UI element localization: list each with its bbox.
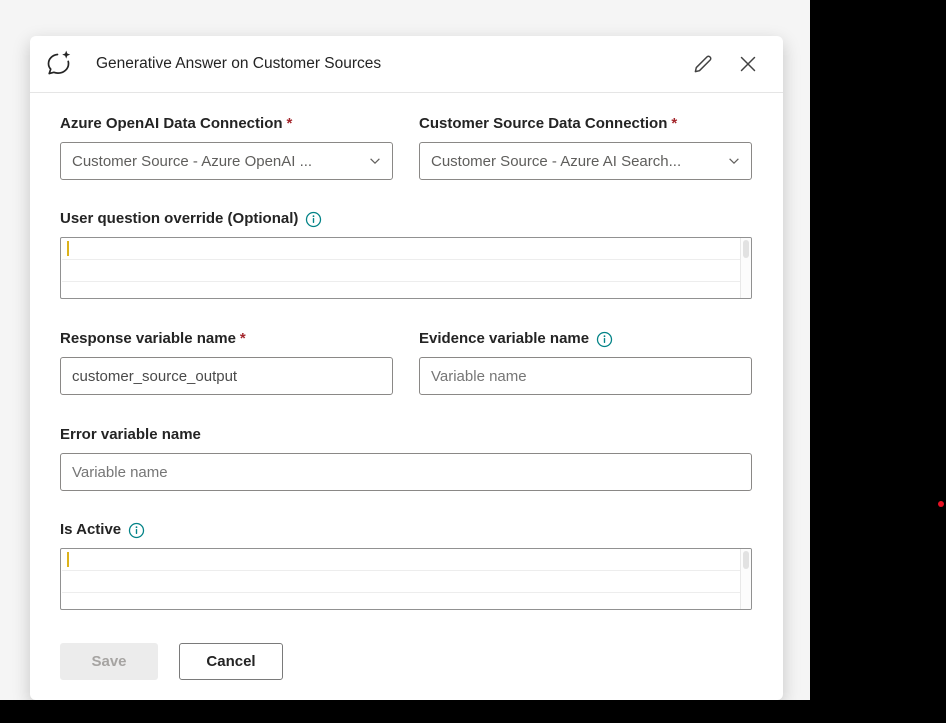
required-asterisk: * <box>287 114 293 134</box>
response-variable-field: Response variable name * <box>60 329 393 395</box>
editor-rule-line <box>62 259 740 260</box>
chevron-down-icon <box>368 154 382 168</box>
editor-rule-line <box>62 281 740 282</box>
scrollbar-thumb[interactable] <box>743 240 749 258</box>
error-variable-field: Error variable name <box>60 425 752 491</box>
cancel-button[interactable]: Cancel <box>179 643 283 680</box>
customer-source-connection-label: Customer Source Data Connection * <box>419 114 752 134</box>
response-variable-label: Response variable name * <box>60 329 393 349</box>
label-text: Customer Source Data Connection <box>419 114 667 134</box>
dialog-footer: Save Cancel <box>60 643 752 680</box>
azure-openai-connection-field: Azure OpenAI Data Connection * Customer … <box>60 114 393 180</box>
info-icon[interactable] <box>305 211 322 228</box>
customer-source-connection-field: Customer Source Data Connection * Custom… <box>419 114 752 180</box>
red-dot-artifact <box>938 501 944 507</box>
azure-openai-connection-label: Azure OpenAI Data Connection * <box>60 114 393 134</box>
label-text: Response variable name <box>60 329 236 349</box>
azure-openai-connection-dropdown[interactable]: Customer Source - Azure OpenAI ... <box>60 142 393 180</box>
text-caret <box>67 552 69 567</box>
editor-rule-line <box>62 570 740 571</box>
label-text: Error variable name <box>60 425 201 445</box>
chevron-down-icon <box>727 154 741 168</box>
copilot-chat-sparkle-icon <box>42 47 76 81</box>
generative-answer-dialog: Generative Answer on Customer Sources Az… <box>30 36 783 700</box>
user-question-override-field: User question override (Optional) <box>60 209 752 299</box>
dialog-title: Generative Answer on Customer Sources <box>96 55 381 73</box>
error-variable-label: Error variable name <box>60 425 752 445</box>
label-text: User question override (Optional) <box>60 209 298 229</box>
evidence-variable-input[interactable] <box>419 357 752 395</box>
black-backdrop-right <box>810 0 946 723</box>
label-text: Evidence variable name <box>419 329 589 349</box>
evidence-variable-label: Evidence variable name <box>419 329 752 349</box>
dropdown-selected-value: Customer Source - Azure OpenAI ... <box>72 153 312 170</box>
is-active-label: Is Active <box>60 520 752 540</box>
save-button[interactable]: Save <box>60 643 158 680</box>
label-text: Azure OpenAI Data Connection <box>60 114 283 134</box>
edit-pencil-icon[interactable] <box>685 47 719 81</box>
response-variable-input[interactable] <box>60 357 393 395</box>
customer-source-connection-dropdown[interactable]: Customer Source - Azure AI Search... <box>419 142 752 180</box>
editor-rule-line <box>62 592 740 593</box>
is-active-field: Is Active <box>60 520 752 610</box>
editor-scrollbar[interactable] <box>740 549 751 609</box>
is-active-editor[interactable] <box>60 548 752 610</box>
required-asterisk: * <box>671 114 677 134</box>
dialog-body: Azure OpenAI Data Connection * Customer … <box>30 93 783 680</box>
required-asterisk: * <box>240 329 246 349</box>
text-caret <box>67 241 69 256</box>
error-variable-input[interactable] <box>60 453 752 491</box>
close-icon[interactable] <box>731 47 765 81</box>
label-text: Is Active <box>60 520 121 540</box>
info-icon[interactable] <box>128 522 145 539</box>
evidence-variable-field: Evidence variable name <box>419 329 752 395</box>
variable-row: Response variable name * Evidence variab… <box>60 329 752 395</box>
dialog-header: Generative Answer on Customer Sources <box>30 36 783 93</box>
dropdown-selected-value: Customer Source - Azure AI Search... <box>431 153 681 170</box>
scrollbar-thumb[interactable] <box>743 551 749 569</box>
user-question-override-editor[interactable] <box>60 237 752 299</box>
black-backdrop-bottom <box>0 700 946 723</box>
connection-row: Azure OpenAI Data Connection * Customer … <box>60 114 752 180</box>
editor-scrollbar[interactable] <box>740 238 751 298</box>
user-question-override-label: User question override (Optional) <box>60 209 752 229</box>
info-icon[interactable] <box>596 331 613 348</box>
